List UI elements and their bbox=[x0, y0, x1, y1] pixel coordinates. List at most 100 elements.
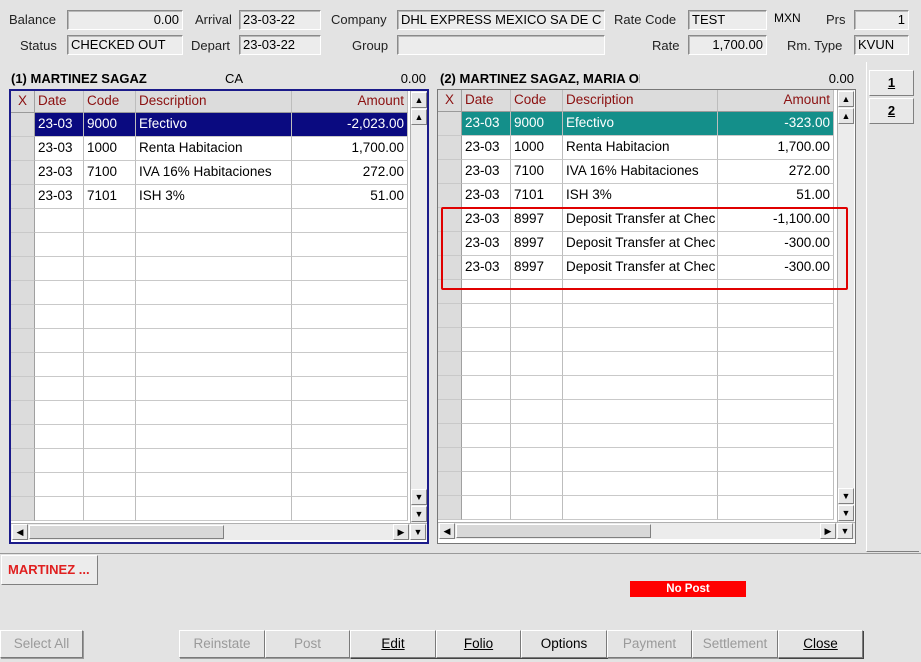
guest-tab[interactable]: MARTINEZ ... bbox=[1, 555, 98, 585]
col-code-header[interactable]: Code bbox=[84, 91, 136, 113]
empty-row[interactable] bbox=[11, 209, 410, 233]
description-cell bbox=[136, 497, 292, 521]
folio-tab-1[interactable]: 1 bbox=[869, 70, 914, 96]
rate-code-field[interactable]: TEST bbox=[688, 10, 767, 30]
code-cell bbox=[84, 377, 136, 401]
description-cell bbox=[563, 352, 718, 376]
x-cell bbox=[11, 377, 35, 401]
empty-row[interactable] bbox=[11, 353, 410, 377]
scroll-top-icon[interactable]: ▲ bbox=[411, 92, 427, 108]
empty-row[interactable] bbox=[11, 257, 410, 281]
scroll-right-icon[interactable]: ▶ bbox=[820, 523, 836, 539]
empty-row[interactable] bbox=[11, 305, 410, 329]
folio-tab-2[interactable]: 2 bbox=[869, 98, 914, 124]
x-cell bbox=[11, 329, 35, 353]
empty-row[interactable] bbox=[438, 424, 837, 448]
folio2-vscroll[interactable]: ▲ ▲ ▼ ▼ bbox=[837, 90, 854, 522]
x-cell bbox=[11, 425, 35, 449]
scroll-left-icon[interactable]: ◀ bbox=[439, 523, 455, 539]
date-cell bbox=[35, 401, 84, 425]
group-field[interactable] bbox=[397, 35, 605, 55]
col-date-header[interactable]: Date bbox=[35, 91, 84, 113]
empty-row[interactable] bbox=[438, 472, 837, 496]
scroll-end-icon[interactable]: ▼ bbox=[410, 524, 426, 540]
empty-row[interactable] bbox=[11, 449, 410, 473]
col-description-header[interactable]: Description bbox=[563, 90, 718, 112]
scroll-down-icon[interactable]: ▼ bbox=[838, 488, 854, 504]
empty-row[interactable] bbox=[438, 280, 837, 304]
col-amount-header[interactable]: Amount bbox=[292, 91, 408, 113]
table-row[interactable]: 23-03 7100 IVA 16% Habitaciones 272.00 bbox=[11, 161, 410, 185]
scroll-up-icon[interactable]: ▲ bbox=[411, 109, 427, 125]
date-cell: 23-03 bbox=[35, 137, 84, 161]
edit-button[interactable]: Edit bbox=[350, 630, 436, 658]
empty-row[interactable] bbox=[438, 304, 837, 328]
folio2-grid[interactable]: X Date Code Description Amount 23-03 9000… bbox=[437, 89, 856, 544]
scroll-top-icon[interactable]: ▲ bbox=[838, 91, 854, 107]
folio1-hscroll[interactable]: ◀ ▶ ▼ bbox=[11, 523, 427, 540]
empty-row[interactable] bbox=[11, 401, 410, 425]
post-button[interactable]: Post bbox=[265, 630, 350, 658]
empty-row[interactable] bbox=[438, 400, 837, 424]
rate-field[interactable]: 1,700.00 bbox=[688, 35, 767, 55]
scroll-bottom-icon[interactable]: ▼ bbox=[838, 505, 854, 521]
col-description-header[interactable]: Description bbox=[136, 91, 292, 113]
depart-field[interactable]: 23-03-22 bbox=[239, 35, 321, 55]
group-label: Group bbox=[352, 38, 389, 53]
description-cell bbox=[136, 473, 292, 497]
select-all-button[interactable]: Select All bbox=[0, 630, 83, 658]
table-row[interactable]: 23-03 7101 ISH 3% 51.00 bbox=[11, 185, 410, 209]
col-code-header[interactable]: Code bbox=[511, 90, 563, 112]
scroll-down-icon[interactable]: ▼ bbox=[411, 489, 427, 505]
table-row[interactable]: 23-03 8997 Deposit Transfer at Chec -300.00 bbox=[438, 256, 837, 280]
empty-row[interactable] bbox=[11, 497, 410, 521]
table-row[interactable]: 23-03 9000 Efectivo -323.00 bbox=[438, 112, 837, 136]
description-cell bbox=[563, 448, 718, 472]
rm-type-field[interactable]: KVUN bbox=[854, 35, 909, 55]
empty-row[interactable] bbox=[11, 377, 410, 401]
empty-row[interactable] bbox=[11, 473, 410, 497]
col-date-header[interactable]: Date bbox=[462, 90, 511, 112]
date-cell bbox=[35, 377, 84, 401]
folio-button[interactable]: Folio bbox=[436, 630, 521, 658]
table-row[interactable]: 23-03 1000 Renta Habitacion 1,700.00 bbox=[438, 136, 837, 160]
scroll-left-icon[interactable]: ◀ bbox=[12, 524, 28, 540]
table-row[interactable]: 23-03 7100 IVA 16% Habitaciones 272.00 bbox=[438, 160, 837, 184]
folio1-grid[interactable]: X Date Code Description Amount 23-03 9000… bbox=[9, 89, 429, 544]
table-row[interactable]: 23-03 1000 Renta Habitacion 1,700.00 bbox=[11, 137, 410, 161]
date-cell: 23-03 bbox=[35, 113, 84, 137]
empty-row[interactable] bbox=[438, 448, 837, 472]
amount-cell bbox=[292, 449, 408, 473]
table-row[interactable]: 23-03 8997 Deposit Transfer at Chec -1,100.… bbox=[438, 208, 837, 232]
reinstate-button[interactable]: Reinstate bbox=[179, 630, 265, 658]
table-row[interactable]: 23-03 9000 Efectivo -2,023.00 bbox=[11, 113, 410, 137]
settlement-button[interactable]: Settlement bbox=[692, 630, 778, 658]
scroll-end-icon[interactable]: ▼ bbox=[837, 523, 853, 539]
options-button[interactable]: Options bbox=[521, 630, 607, 658]
folio1-hscroll-thumb[interactable] bbox=[29, 525, 224, 539]
prs-field[interactable]: 1 bbox=[854, 10, 909, 30]
scroll-up-icon[interactable]: ▲ bbox=[838, 108, 854, 124]
company-field[interactable]: DHL EXPRESS MEXICO SA DE C bbox=[397, 10, 605, 30]
table-row[interactable]: 23-03 8997 Deposit Transfer at Chec -300.00 bbox=[438, 232, 837, 256]
empty-row[interactable] bbox=[11, 233, 410, 257]
col-amount-header[interactable]: Amount bbox=[718, 90, 834, 112]
empty-row[interactable] bbox=[11, 281, 410, 305]
date-cell bbox=[462, 448, 511, 472]
empty-row[interactable] bbox=[438, 328, 837, 352]
empty-row[interactable] bbox=[438, 496, 837, 520]
scroll-bottom-icon[interactable]: ▼ bbox=[411, 506, 427, 522]
folio1-vscroll[interactable]: ▲ ▲ ▼ ▼ bbox=[410, 91, 427, 523]
empty-row[interactable] bbox=[11, 329, 410, 353]
empty-row[interactable] bbox=[438, 352, 837, 376]
empty-row[interactable] bbox=[11, 425, 410, 449]
payment-button[interactable]: Payment bbox=[607, 630, 692, 658]
table-row[interactable]: 23-03 7101 ISH 3% 51.00 bbox=[438, 184, 837, 208]
folio2-hscroll-thumb[interactable] bbox=[456, 524, 651, 538]
folio2-hscroll[interactable]: ◀ ▶ ▼ bbox=[438, 522, 855, 539]
description-cell: ISH 3% bbox=[136, 185, 292, 209]
close-button[interactable]: Close bbox=[778, 630, 863, 658]
scroll-right-icon[interactable]: ▶ bbox=[393, 524, 409, 540]
empty-row[interactable] bbox=[438, 376, 837, 400]
arrival-field[interactable]: 23-03-22 bbox=[239, 10, 321, 30]
